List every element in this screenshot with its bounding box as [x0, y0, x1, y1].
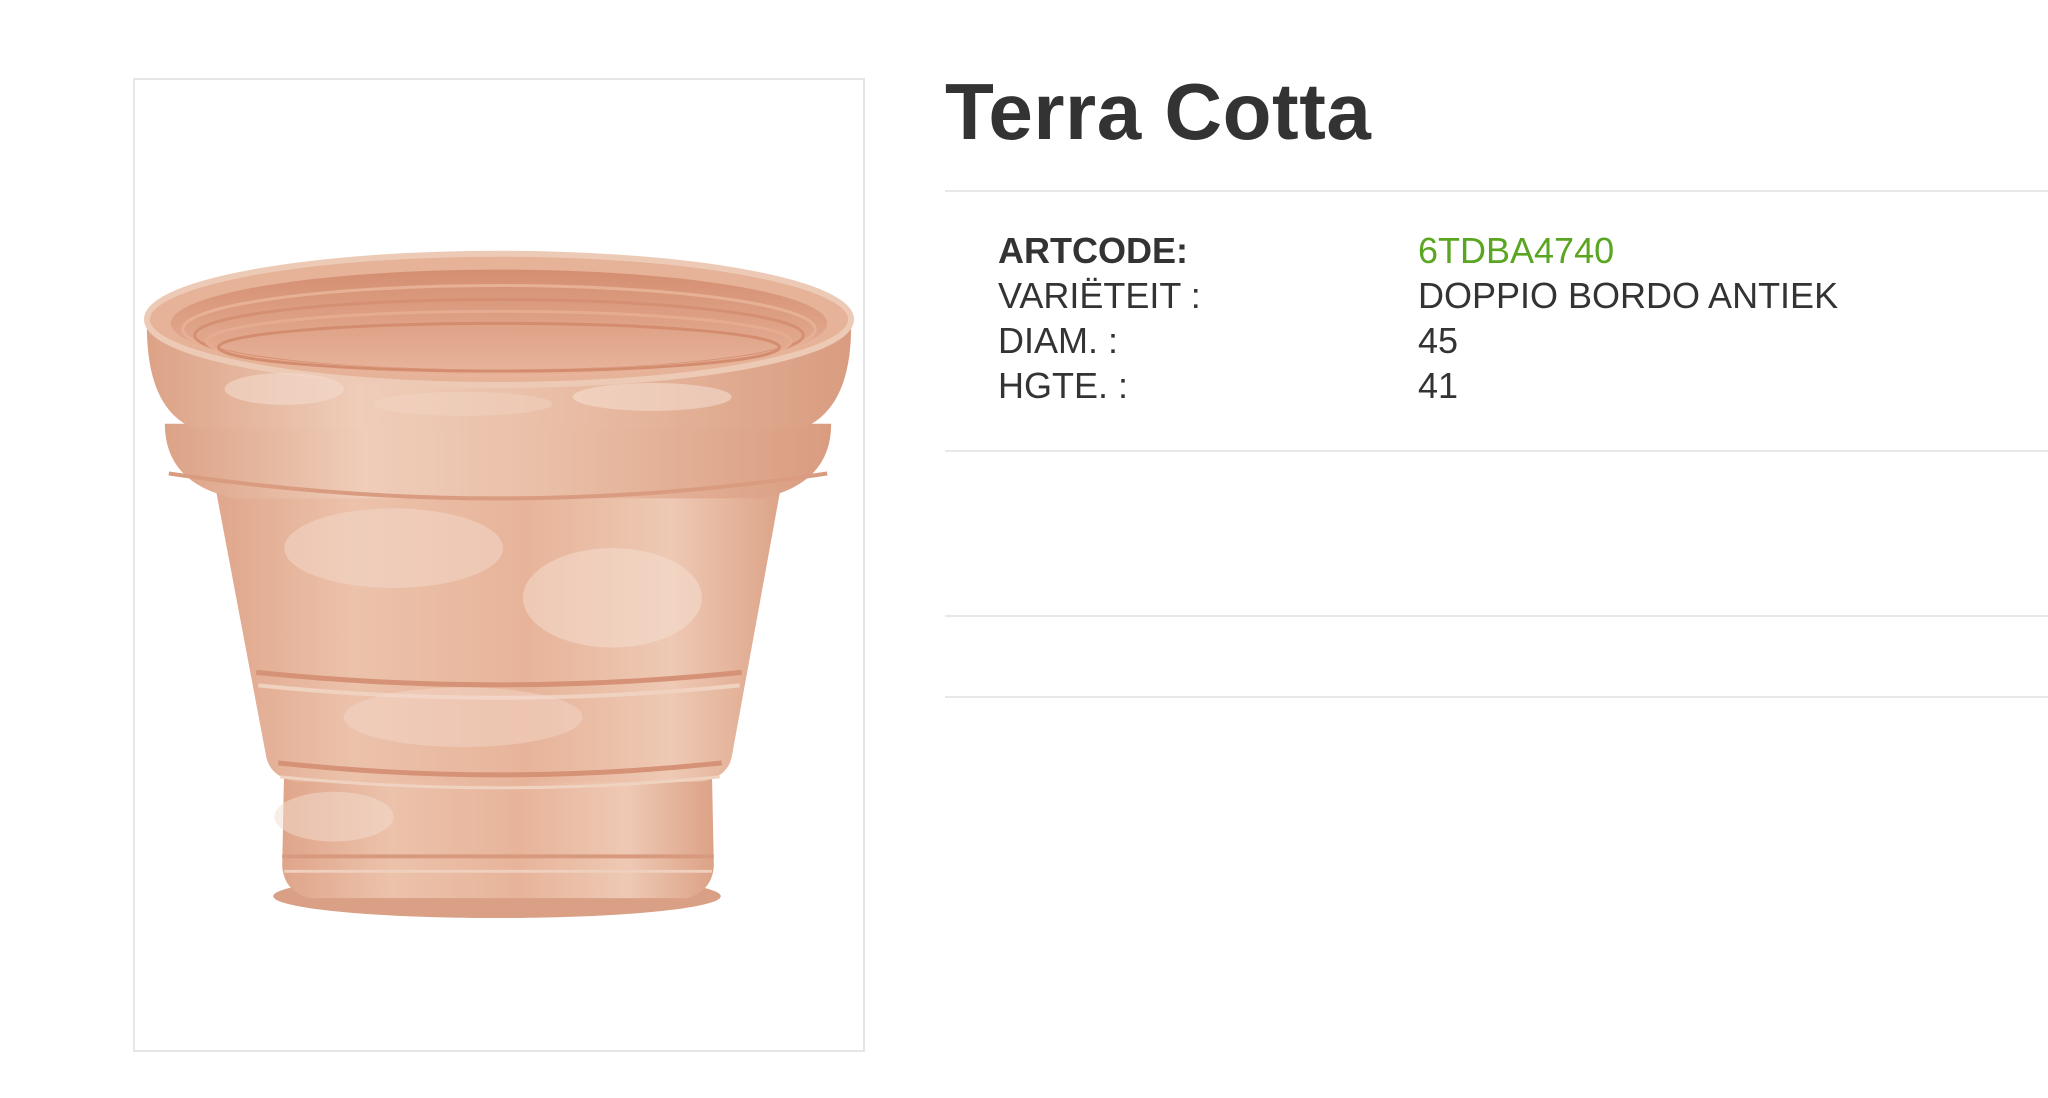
product-title: Terra Cotta — [945, 67, 1372, 156]
height-label: HGTE. : — [998, 365, 1129, 406]
divider-bottom — [945, 696, 2048, 698]
diameter-label: DIAM. : — [998, 320, 1119, 361]
variety-label: VARIËTEIT : — [998, 275, 1201, 316]
variety-value: DOPPIO BORDO ANTIEK — [1418, 275, 1839, 316]
divider-middle — [945, 450, 2048, 452]
height-value: 41 — [1418, 365, 1459, 406]
artcode-value: 6TDBA4740 — [1418, 230, 1615, 271]
diameter-value: 45 — [1418, 320, 1459, 361]
product-image-frame — [133, 78, 865, 1052]
divider-lower — [945, 615, 2048, 617]
artcode-label: ARTCODE: — [998, 230, 1188, 271]
terracotta-pot-image — [143, 250, 855, 919]
divider-top — [945, 190, 2048, 192]
